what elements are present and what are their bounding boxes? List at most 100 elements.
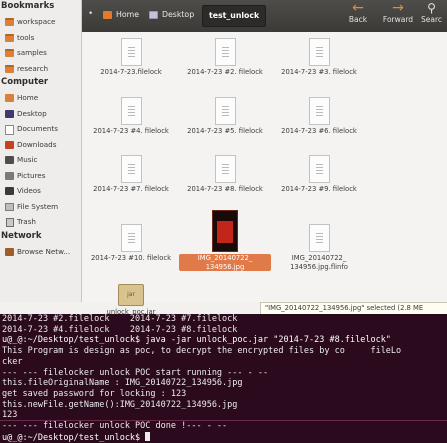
sidebar-item-label: workspace: [17, 17, 56, 26]
file-item[interactable]: 2014-7-23 #3. filelock: [273, 38, 365, 77]
back-label: Back: [348, 15, 368, 24]
file-name: 2014-7-23 #9. filelock: [281, 185, 357, 193]
sidebar-item-file-system[interactable]: File System: [0, 199, 81, 215]
text-file-icon: [308, 97, 330, 125]
filesystem-icon: [5, 202, 14, 211]
sidebar-item-label: Trash: [17, 217, 36, 226]
arrow-left-icon: ←: [352, 0, 364, 16]
terminal-line: 2014-7-23 #4.filelock 2014-7-23 #8.filel…: [2, 324, 238, 335]
sidebar-item-downloads[interactable]: Downloads: [0, 137, 81, 153]
file-item[interactable]: 2014-7-23 #2. filelock: [179, 38, 271, 77]
text-file-icon: [308, 224, 330, 252]
downloads-icon: [5, 140, 14, 149]
file-item[interactable]: 2014-7-23.filelock: [85, 38, 177, 77]
terminal-line: --- --- filelocker unlock POC done !--- …: [2, 421, 228, 432]
file-name: 2014-7-23 #8. filelock: [187, 185, 263, 193]
folder-icon: [5, 64, 14, 73]
sidebar-item-videos[interactable]: Videos: [0, 183, 81, 199]
file-name: 2014-7-23.filelock: [100, 68, 162, 76]
arrow-right-icon: →: [392, 0, 404, 16]
terminal-line: get saved password for locking : 123: [2, 388, 187, 399]
jar-file-icon: jar: [118, 284, 144, 306]
file-name: 2014-7-23 #6. filelock: [281, 127, 357, 135]
text-file-icon: [120, 224, 142, 252]
breadcrumb-home[interactable]: Home: [98, 5, 143, 25]
divider: [0, 420, 447, 421]
forward-label: Forward: [382, 15, 414, 24]
terminal-line: this.newFile.getName():IMG_20140722_1349…: [2, 399, 238, 410]
sidebar-item-label: File System: [17, 201, 59, 211]
file-item[interactable]: 2014-7-23 #6. filelock: [273, 97, 365, 136]
sidebar-item-desktop[interactable]: Desktop: [0, 106, 81, 122]
computer-header: Computer: [1, 77, 49, 87]
sidebar-item-documents[interactable]: Documents: [0, 121, 81, 137]
text-file-icon: [214, 38, 236, 66]
videos-icon: [5, 187, 14, 195]
file-item[interactable]: 2014-7-23 #8. filelock: [179, 155, 271, 194]
terminal-line: --- --- filelocker unlock POC start runn…: [2, 367, 269, 378]
terminal-prompt-line: u@_@:~/Desktop/test_unlock$: [0, 431, 447, 443]
network-icon: [5, 247, 14, 256]
sidebar-item-samples[interactable]: samples: [0, 45, 81, 61]
folder-icon: [5, 49, 14, 57]
terminal[interactable]: 2014-7-23 #2.filelock 2014-7-23 #7.filel…: [0, 314, 447, 443]
sidebar-item-label: samples: [17, 48, 47, 57]
sidebar-item-workspace[interactable]: workspace: [0, 14, 81, 30]
documents-icon: [5, 125, 14, 135]
file-name: 2014-7-23 #2. filelock: [187, 68, 263, 76]
file-grid: 2014-7-23.filelock 2014-7-23 #2. fileloc…: [82, 32, 447, 316]
sidebar-item-pictures[interactable]: Pictures: [0, 168, 81, 184]
terminal-line: u@_@:~/Desktop/test_unlock$ java -jar un…: [2, 335, 391, 346]
sidebar-item-tools[interactable]: tools: [0, 30, 81, 46]
sidebar-item-label: tools: [17, 32, 35, 42]
text-file-icon: [214, 155, 236, 183]
sidebar-item-label: Home: [17, 93, 39, 102]
file-item[interactable]: 2014-7-23 #7. filelock: [85, 155, 177, 194]
terminal-prompt: u@_@:~/Desktop/test_unlock$: [2, 432, 146, 443]
text-file-icon: [214, 97, 236, 125]
toolbar: • Home Desktop test_unlock ← Back → Forw…: [82, 0, 447, 32]
file-item[interactable]: IMG_20140722_ 134956.jpg.flinfo: [273, 224, 365, 271]
sidebar-item-label: Browse Netw...: [17, 246, 71, 256]
sidebar-item-trash[interactable]: Trash: [0, 214, 81, 230]
file-item[interactable]: 2014-7-23 #10. filelock: [85, 224, 177, 263]
sidebar-item-label: Desktop: [17, 108, 47, 118]
breadcrumb-desktop[interactable]: Desktop: [144, 5, 198, 25]
text-file-icon: [120, 97, 142, 125]
forward-button[interactable]: → Forward: [378, 0, 418, 32]
search-button[interactable]: ⚲ Searc: [416, 0, 447, 32]
file-name: IMG_20140722_ 134956.jpg: [179, 254, 271, 271]
breadcrumb-test-unlock[interactable]: test_unlock: [202, 5, 267, 27]
sidebar-item-label: research: [17, 63, 49, 73]
file-item[interactable]: jar unlock_poc.jar: [85, 284, 177, 317]
sidebar-item-research[interactable]: research: [0, 61, 81, 77]
sidebar-item-browse-network[interactable]: Browse Netw...: [0, 244, 81, 260]
file-item-selected[interactable]: IMG_20140722_ 134956.jpg: [179, 210, 271, 271]
desktop-icon: [149, 11, 158, 19]
file-item[interactable]: 2014-7-23 #9. filelock: [273, 155, 365, 194]
path-toggle-icon[interactable]: •: [88, 9, 93, 19]
home-icon: [103, 11, 112, 19]
image-thumbnail-icon: [212, 210, 238, 252]
pictures-icon: [5, 171, 14, 180]
breadcrumb-label: Desktop: [162, 10, 195, 19]
sidebar-item-music[interactable]: Music: [0, 152, 81, 168]
file-name: 2014-7-23 #4. filelock: [93, 127, 169, 135]
sidebar-item-label: Documents: [17, 124, 58, 133]
folder-icon: [5, 18, 14, 26]
search-label: Searc: [420, 15, 442, 24]
text-file-icon: [308, 38, 330, 66]
terminal-line: this.fileOriginalName : IMG_20140722_134…: [2, 378, 243, 389]
trash-icon: [6, 218, 14, 227]
file-item[interactable]: 2014-7-23 #4. filelock: [85, 97, 177, 136]
file-name: 2014-7-23 #7. filelock: [93, 185, 169, 193]
sidebar-item-label: Music: [17, 155, 38, 164]
text-file-icon: [120, 155, 142, 183]
home-icon: [5, 94, 14, 102]
sidebar-item-home[interactable]: Home: [0, 90, 81, 106]
sidebar-item-label: Downloads: [17, 139, 57, 149]
file-item[interactable]: 2014-7-23 #5. filelock: [179, 97, 271, 136]
folder-icon: [5, 33, 14, 42]
breadcrumb-label: Home: [116, 10, 140, 19]
back-button[interactable]: ← Back: [338, 0, 378, 32]
